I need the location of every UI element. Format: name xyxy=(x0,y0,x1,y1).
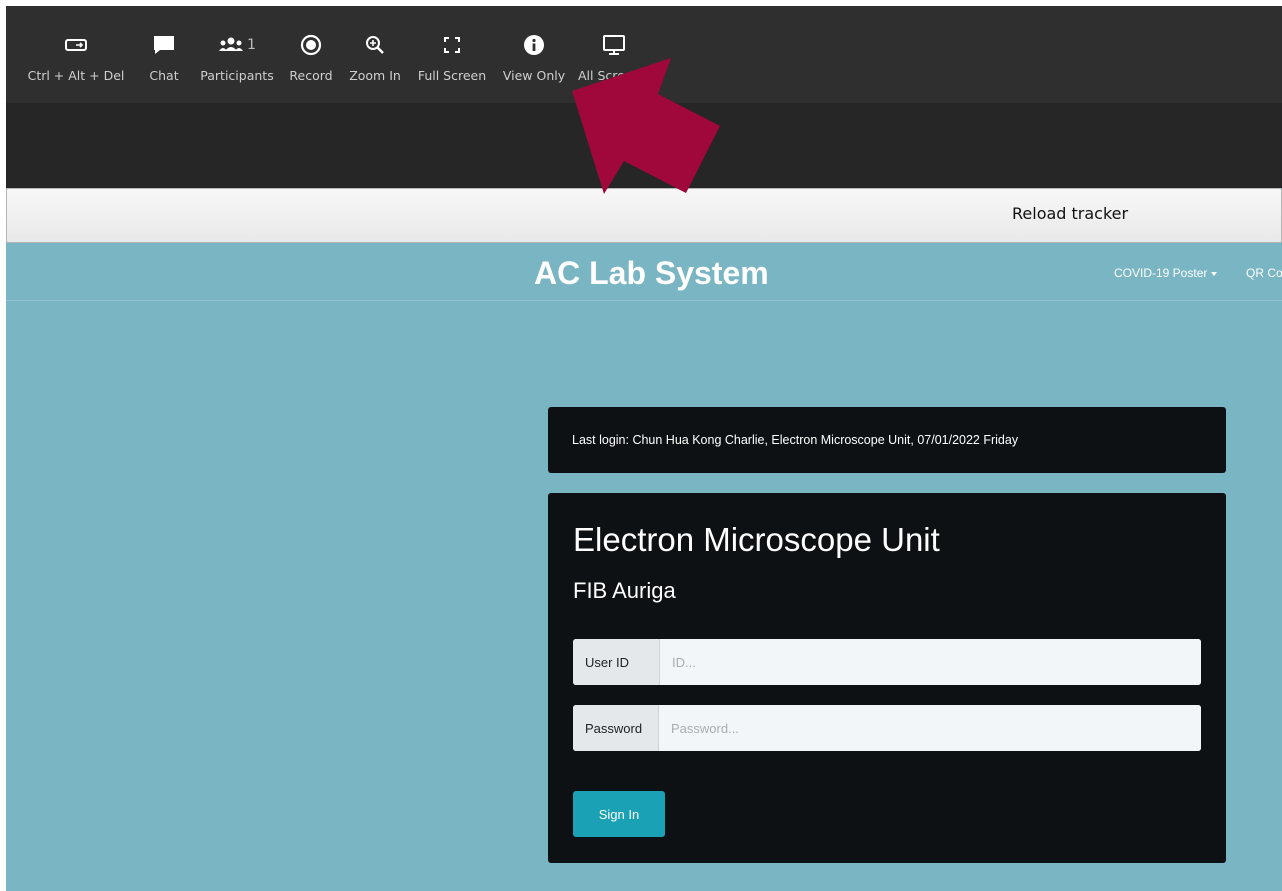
nav-qr-code[interactable]: QR Co xyxy=(1246,266,1282,280)
ctrl-alt-del-button[interactable]: Ctrl + Alt + Del xyxy=(24,6,128,103)
chat-button[interactable]: Chat xyxy=(143,6,185,103)
password-label: Password xyxy=(573,705,659,751)
site-header: AC Lab System COVID-19 Poster QR Co xyxy=(6,243,1282,301)
password-input[interactable] xyxy=(659,705,1201,751)
remote-session-frame: Ctrl + Alt + Del Chat 1 Participants Rec… xyxy=(6,6,1282,891)
zoom-in-label: Zoom In xyxy=(349,68,401,83)
unit-title: Electron Microscope Unit xyxy=(573,521,940,558)
site-brand[interactable]: AC Lab System xyxy=(534,255,769,292)
view-only-label: View Only xyxy=(502,68,566,83)
nav-covid-poster-label: COVID-19 Poster xyxy=(1114,266,1208,280)
reload-tracker-button[interactable]: Reload tracker xyxy=(1012,204,1128,223)
ctrl-alt-del-label: Ctrl + Alt + Del xyxy=(27,68,125,83)
view-only-button[interactable]: View Only xyxy=(499,6,569,103)
participants-label: Participants xyxy=(200,68,274,83)
user-id-label: User ID xyxy=(573,639,660,685)
last-login-panel: Last login: Chun Hua Kong Charlie, Elect… xyxy=(548,407,1226,473)
instrument-name: FIB Auriga xyxy=(573,578,676,603)
last-login-text: Last login: Chun Hua Kong Charlie, Elect… xyxy=(572,433,1019,447)
monitor-icon xyxy=(578,32,650,58)
remote-status-bar xyxy=(6,103,1282,188)
all-screens-button[interactable]: All Scre xyxy=(578,6,650,103)
all-screens-label: All Scre xyxy=(578,68,625,83)
record-label: Record xyxy=(289,68,333,83)
zoom-in-icon xyxy=(345,32,405,58)
full-screen-button[interactable]: Full Screen xyxy=(414,6,490,103)
participants-icon-wrap: 1 xyxy=(196,32,278,58)
sign-in-button[interactable]: Sign In xyxy=(573,791,665,837)
password-group: Password xyxy=(573,705,1201,751)
participants-icon xyxy=(218,36,244,55)
fullscreen-icon xyxy=(414,32,490,58)
chat-label: Chat xyxy=(149,68,179,83)
zoom-in-button[interactable]: Zoom In xyxy=(345,6,405,103)
reload-bar: Reload tracker xyxy=(6,188,1282,243)
user-id-group: User ID xyxy=(573,639,1201,685)
record-button[interactable]: Record xyxy=(286,6,336,103)
full-screen-label: Full Screen xyxy=(417,68,487,83)
nav-covid-poster[interactable]: COVID-19 Poster xyxy=(1114,266,1218,280)
record-icon xyxy=(286,32,336,58)
participants-button[interactable]: 1 Participants xyxy=(196,6,278,103)
chat-icon xyxy=(143,32,185,58)
keyboard-icon xyxy=(24,32,128,58)
participants-count: 1 xyxy=(247,37,256,53)
remote-toolbar: Ctrl + Alt + Del Chat 1 Participants Rec… xyxy=(6,6,1282,103)
caret-down-icon xyxy=(1211,271,1218,276)
login-card: Electron Microscope Unit FIB Auriga User… xyxy=(548,493,1226,863)
info-icon xyxy=(499,32,569,58)
user-id-input[interactable] xyxy=(660,639,1201,685)
